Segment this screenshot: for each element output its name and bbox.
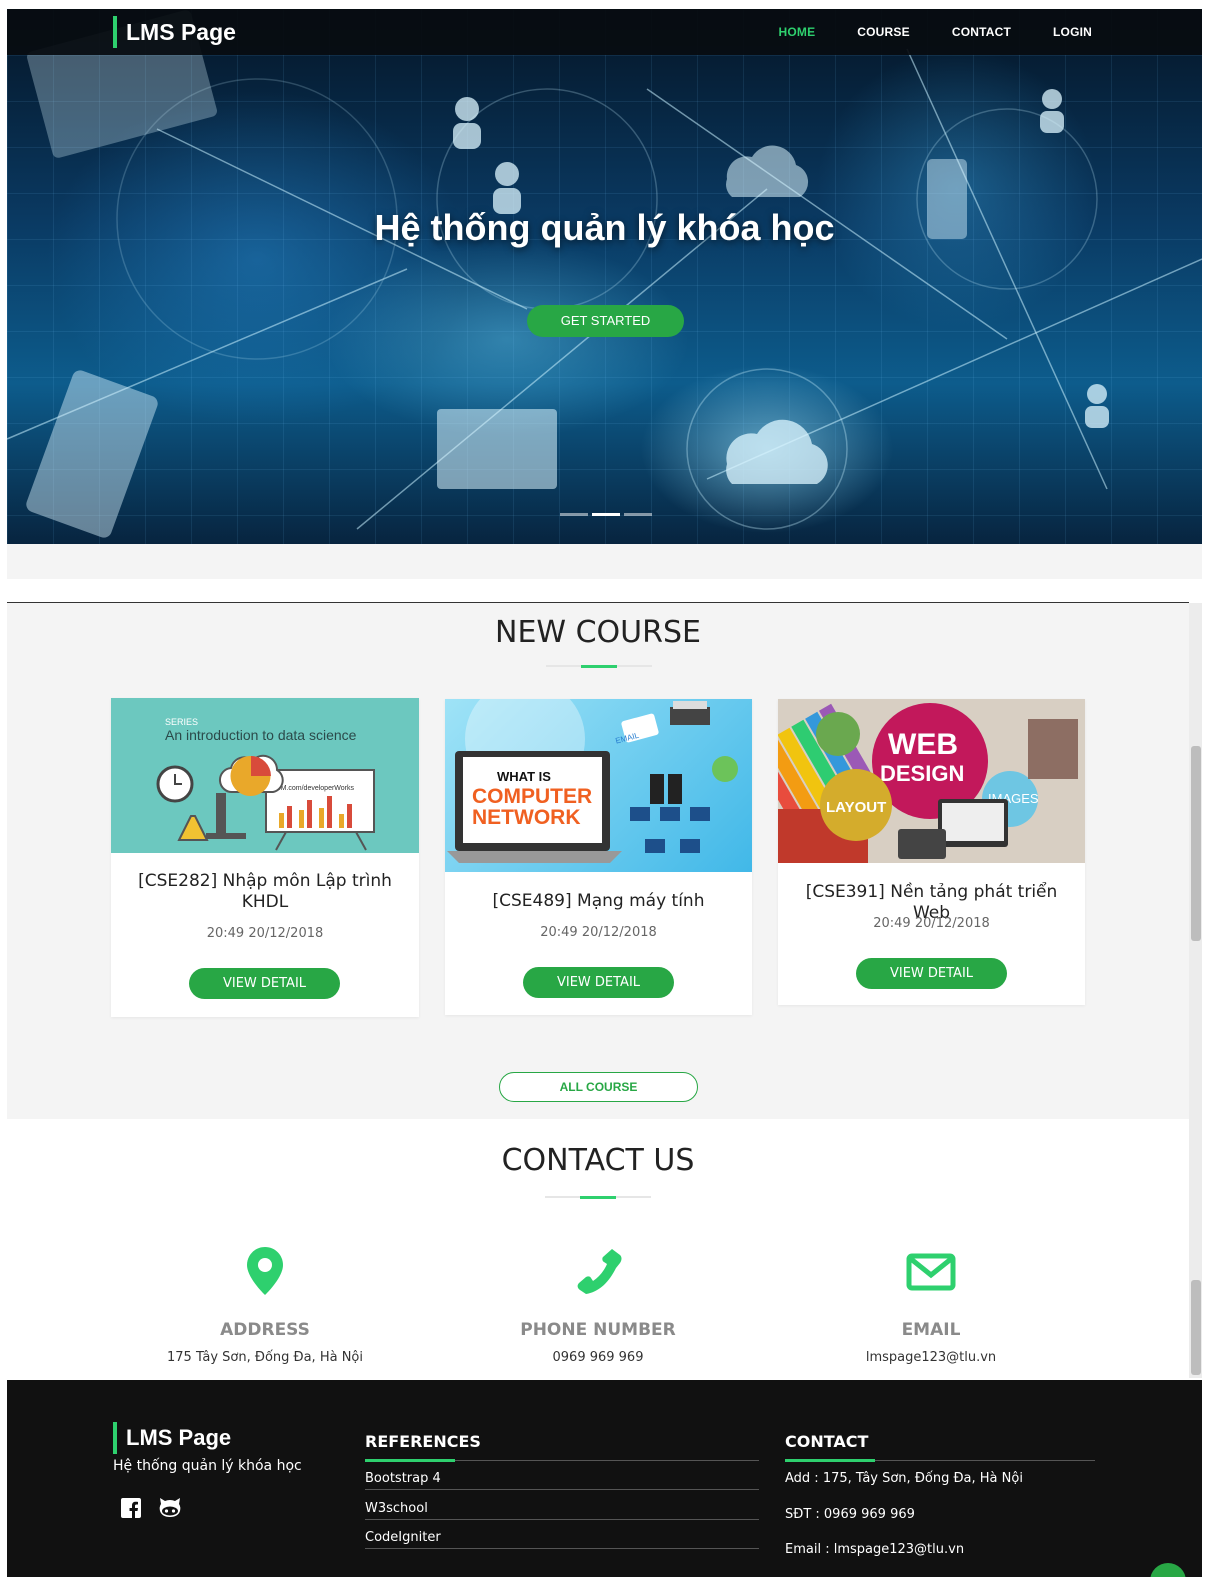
view-detail-button[interactable]: VIEW DETAIL xyxy=(189,968,340,999)
footer-contact-phone: SĐT : 0969 969 969 xyxy=(785,1507,915,1522)
carousel-indicator-3[interactable] xyxy=(624,513,652,516)
course-card: WEB DESIGN LAYOUT IMAGES [CSE391] Nền tả… xyxy=(778,699,1085,1005)
github-icon[interactable] xyxy=(158,1498,182,1518)
footer-tagline: Hệ thống quản lý khóa học xyxy=(113,1458,302,1474)
thumb-heading-text: An introduction to data science xyxy=(165,727,357,743)
map-pin-icon xyxy=(247,1247,283,1295)
nav-link-home[interactable]: HOME xyxy=(778,25,815,39)
thumb-line2: DESIGN xyxy=(880,761,964,786)
contact-value: 175 Tây Sơn, Đống Đa, Hà Nội xyxy=(167,1350,363,1365)
site-footer: LMS Page Hệ thống quản lý khóa học REFER… xyxy=(7,1380,1202,1577)
footer-brand[interactable]: LMS Page xyxy=(113,1422,231,1454)
thumb-tag1: LAYOUT xyxy=(826,799,886,816)
title-underline xyxy=(545,1195,651,1199)
course-card: SERIES An introduction to data science I… xyxy=(111,698,419,1017)
course-card: WHAT IS COMPUTER NETWORK EMAIL [CSE489] … xyxy=(445,699,752,1015)
contact-us-section: CONTACT US ADDRESS 175 Tây Sơn, Đống Đa,… xyxy=(7,1119,1189,1380)
scrollbar-track[interactable] xyxy=(1189,603,1202,1378)
course-thumbnail-network[interactable]: WHAT IS COMPUTER NETWORK EMAIL xyxy=(445,699,752,872)
contact-label: PHONE NUMBER xyxy=(520,1320,676,1340)
brand-logo[interactable]: LMS Page xyxy=(113,16,236,48)
contact-label: EMAIL xyxy=(901,1320,961,1340)
hero-title: Hệ thống quản lý khóa học xyxy=(374,207,835,248)
footer-contact-heading: CONTACT xyxy=(785,1432,869,1451)
scrollbar-thumb-inner[interactable] xyxy=(1191,1280,1201,1375)
hero-carousel: LMS Page HOME COURSE CONTACT LOGIN Hệ th… xyxy=(7,9,1202,544)
thumb-tag: EMAIL xyxy=(614,731,640,746)
nav-link-login[interactable]: LOGIN xyxy=(1053,25,1092,39)
get-started-button[interactable]: GET STARTED xyxy=(527,305,684,337)
carousel-indicator-2[interactable] xyxy=(592,513,620,516)
hero-network-illustration xyxy=(7,10,1202,538)
nav-link-contact[interactable]: CONTACT xyxy=(952,25,1011,39)
course-date: 20:49 20/12/2018 xyxy=(206,926,324,941)
course-title[interactable]: [CSE282] Nhập môn Lập trình KHDL xyxy=(111,871,419,913)
carousel-indicators xyxy=(560,513,652,516)
all-course-button[interactable]: ALL COURSE xyxy=(499,1072,698,1102)
view-detail-button[interactable]: VIEW DETAIL xyxy=(856,958,1007,989)
course-thumbnail-data-science[interactable]: SERIES An introduction to data science I… xyxy=(111,698,419,853)
footer-contact-rule xyxy=(785,1459,1095,1462)
scrollbar-thumb[interactable] xyxy=(1191,746,1201,941)
reference-link-codeigniter[interactable]: CodeIgniter xyxy=(365,1530,759,1549)
references-rule xyxy=(365,1459,759,1462)
new-course-title: NEW COURSE xyxy=(495,615,701,650)
course-date: 20:49 20/12/2018 xyxy=(873,916,990,931)
contact-us-title: CONTACT US xyxy=(501,1143,695,1178)
contact-label: ADDRESS xyxy=(220,1320,310,1340)
thumb-board-text: IBM.com/developerWorks xyxy=(274,785,355,792)
course-title[interactable]: [CSE489] Mạng máy tính xyxy=(445,891,752,912)
contact-value: 0969 969 969 xyxy=(552,1350,644,1365)
course-thumbnail-web-design[interactable]: WEB DESIGN LAYOUT IMAGES xyxy=(778,699,1085,863)
reference-link-bootstrap[interactable]: Bootstrap 4 xyxy=(365,1471,759,1490)
thumb-line3: NETWORK xyxy=(472,806,581,829)
facebook-icon[interactable] xyxy=(121,1498,141,1518)
thumb-line1: WHAT IS xyxy=(497,769,551,784)
title-underline xyxy=(546,664,652,668)
contact-value: lmspage123@tlu.vn xyxy=(865,1350,997,1365)
view-detail-button[interactable]: VIEW DETAIL xyxy=(523,967,674,998)
new-course-section: NEW COURSE SERIES An introduction to dat… xyxy=(7,603,1189,1119)
nav-links: HOME COURSE CONTACT LOGIN xyxy=(736,9,1092,55)
carousel-indicator-1[interactable] xyxy=(560,513,588,516)
hero-spacer xyxy=(7,544,1202,579)
footer-contact-address: Add : 175, Tây Sơn, Đống Đa, Hà Nội xyxy=(785,1471,1023,1486)
course-date: 20:49 20/12/2018 xyxy=(540,925,657,940)
top-navbar: LMS Page HOME COURSE CONTACT LOGIN xyxy=(7,9,1202,55)
thumb-line1: WEB xyxy=(888,728,958,761)
reference-link-w3school[interactable]: W3school xyxy=(365,1501,759,1520)
envelope-icon xyxy=(906,1253,956,1291)
nav-link-course[interactable]: COURSE xyxy=(857,25,910,39)
footer-contact-email: Email : lmspage123@tlu.vn xyxy=(785,1542,965,1557)
thumb-series-text: SERIES xyxy=(165,717,198,727)
thumb-line2: COMPUTER xyxy=(472,785,592,808)
phone-icon xyxy=(577,1249,622,1294)
references-heading: REFERENCES xyxy=(365,1432,481,1451)
